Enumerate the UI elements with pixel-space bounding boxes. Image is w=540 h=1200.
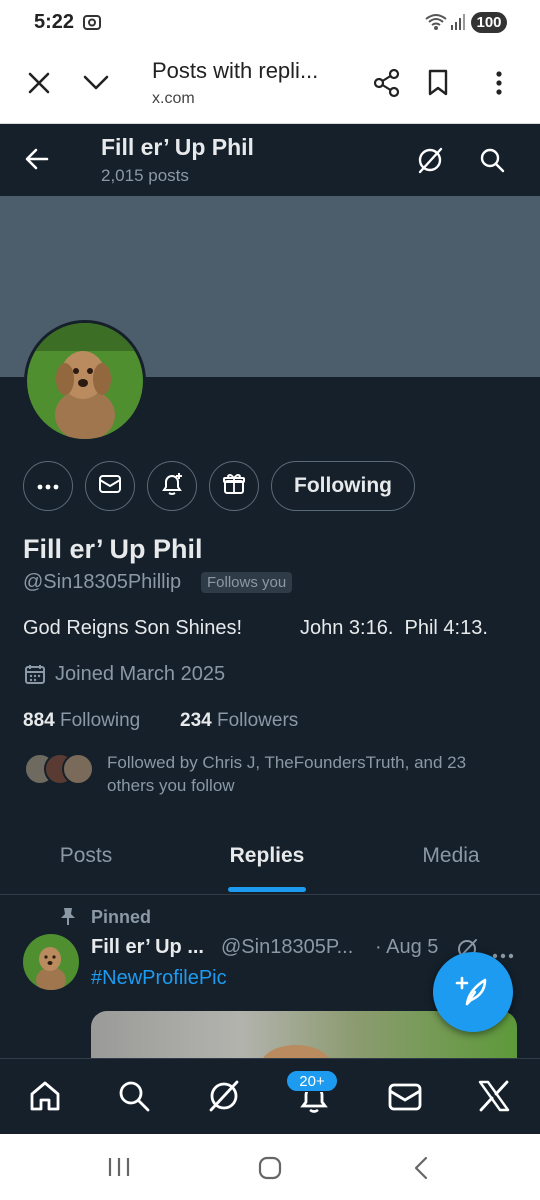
followed-by-avatars[interactable] — [24, 753, 94, 787]
follows-you-badge: Follows you — [201, 572, 293, 593]
following-button-label: Following — [294, 474, 392, 497]
envelope-icon — [98, 474, 122, 499]
bio-right: John 3:16. Phil 4:13. — [300, 617, 488, 639]
followers-count-label: Followers — [216, 710, 299, 731]
post-image-dog-fur — [261, 1045, 331, 1058]
tab-replies[interactable]: Replies — [210, 844, 324, 868]
post-avatar[interactable] — [23, 934, 79, 990]
grok-nav-icon[interactable] — [207, 1079, 241, 1118]
bookmark-icon[interactable] — [427, 69, 449, 102]
joined-date: Joined March 2025 — [55, 663, 226, 685]
grok-icon[interactable] — [416, 146, 444, 179]
followers-count: 234 — [180, 710, 212, 731]
calendar-icon — [24, 663, 46, 690]
wifi-icon — [424, 12, 448, 37]
following-button[interactable]: Following — [271, 461, 415, 511]
notification-count-badge: 20+ — [286, 1070, 338, 1092]
profile-name: Fill er’ Up Phil — [23, 534, 203, 564]
back-arrow-icon[interactable] — [24, 146, 50, 177]
compose-post-button[interactable] — [433, 952, 513, 1032]
status-bar: 5:22 100 — [0, 0, 540, 44]
explore-search-icon[interactable] — [117, 1079, 151, 1118]
system-navigation-bar — [0, 1134, 540, 1200]
recent-apps-icon[interactable] — [107, 1156, 131, 1183]
browser-bar: Posts with repli... x.com — [0, 44, 540, 124]
more-vertical-icon[interactable] — [494, 70, 504, 101]
more-options-button[interactable] — [23, 461, 73, 511]
bottom-navigation: 20+ — [0, 1058, 540, 1134]
browser-page-title: Posts with repli... — [152, 58, 319, 83]
followers-count-link[interactable]: 234 Followers — [180, 710, 298, 732]
home-button-icon[interactable] — [258, 1156, 282, 1185]
messages-icon[interactable] — [388, 1083, 422, 1116]
notifications-button[interactable] — [147, 461, 197, 511]
close-icon[interactable] — [27, 71, 51, 100]
profile-page: Fill er’ Up Phil 2,015 posts Following F… — [0, 124, 540, 1058]
battery-indicator: 100 — [471, 12, 507, 33]
bell-plus-icon — [159, 471, 185, 502]
post-hashtag[interactable]: #NewProfilePic — [91, 967, 227, 990]
bio-left: God Reigns Son Shines! — [23, 617, 243, 639]
header-name: Fill er’ Up Phil — [101, 134, 254, 160]
tabs-divider — [0, 894, 540, 895]
following-count-label: Following — [59, 710, 141, 731]
pinned-label: Pinned — [91, 907, 152, 927]
profile-top-bar: Fill er’ Up Phil 2,015 posts — [0, 124, 540, 196]
followed-by-line-2[interactable]: others you follow — [107, 776, 235, 796]
tab-media[interactable]: Media — [395, 844, 507, 868]
profile-handle: @Sin18305Phillip — [23, 571, 182, 593]
post-author-name[interactable]: Fill er’ Up ... — [91, 936, 204, 959]
signal-icon — [450, 13, 466, 36]
pin-icon — [59, 906, 77, 931]
post-date[interactable]: · Aug 5 — [375, 936, 438, 959]
message-button[interactable] — [85, 461, 135, 511]
home-icon[interactable] — [28, 1079, 62, 1118]
x-logo-icon[interactable] — [477, 1080, 511, 1117]
feather-plus-icon — [455, 974, 491, 1015]
header-post-count: 2,015 posts — [101, 166, 189, 185]
post-author-handle[interactable]: @Sin18305P... — [221, 936, 353, 959]
ellipsis-icon — [37, 477, 59, 495]
mutual-avatar — [62, 753, 94, 785]
followed-by-line-1[interactable]: Followed by Chris J, TheFoundersTruth, a… — [107, 753, 466, 773]
search-icon[interactable] — [479, 147, 505, 178]
browser-domain: x.com — [152, 90, 195, 107]
status-time: 5:22 — [34, 11, 75, 33]
back-button-icon[interactable] — [412, 1155, 430, 1186]
tab-posts[interactable]: Posts — [30, 844, 142, 868]
subscribe-gift-button[interactable] — [209, 461, 259, 511]
screenshot-icon — [82, 12, 102, 37]
chevron-down-icon[interactable] — [82, 74, 110, 97]
gift-icon — [222, 472, 246, 501]
share-icon[interactable] — [372, 68, 402, 103]
following-count-link[interactable]: 884 Following — [23, 710, 140, 732]
following-count: 884 — [23, 710, 55, 731]
avatar[interactable] — [24, 320, 146, 442]
active-tab-indicator — [228, 887, 306, 892]
